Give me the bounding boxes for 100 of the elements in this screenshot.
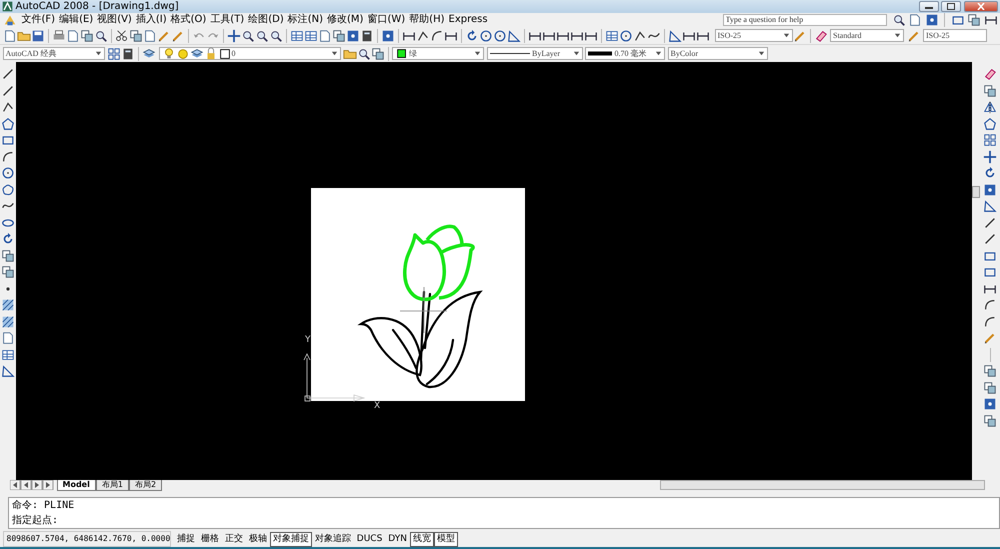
menu-item[interactable]: 窗口(W) [365,13,408,27]
arc-icon[interactable] [1,150,15,164]
rotate-icon[interactable] [983,166,997,180]
document-icon[interactable] [66,28,80,42]
menu-item[interactable]: 工具(T) [208,13,246,27]
printer-icon[interactable] [52,28,66,42]
triangle-icon[interactable] [1,364,15,378]
polyline-icon[interactable] [1,100,15,114]
square-icon[interactable] [380,28,394,42]
square-icon[interactable] [346,28,360,42]
move-icon[interactable] [983,150,997,164]
eraser-icon[interactable] [983,67,997,81]
move-icon[interactable] [226,28,240,42]
layout-tab[interactable]: Model [56,480,96,491]
document-icon[interactable] [142,28,156,42]
circle-icon[interactable] [478,28,492,42]
dropdown-arrow-icon[interactable] [94,50,102,57]
menu-item[interactable]: 格式(O) [168,13,208,27]
copy-icon[interactable] [983,380,997,394]
zoom-icon[interactable] [240,28,254,42]
zoom-icon[interactable] [94,28,108,42]
status-toggle[interactable]: 对象追踪 [312,532,354,546]
circle-icon[interactable] [618,28,632,42]
maximize-button[interactable] [941,1,961,12]
calculator-icon[interactable] [360,28,374,42]
menu-item[interactable]: 文件(F) [20,13,58,27]
layer-dropdown[interactable]: 0 [158,47,340,60]
rotate-icon[interactable] [1,232,15,246]
polyline-icon[interactable] [632,28,646,42]
grid-icon[interactable] [107,46,121,60]
close-button[interactable] [964,1,998,12]
copy-icon[interactable] [128,28,142,42]
workspace-dropdown[interactable]: AutoCAD 经典 [2,47,104,60]
arc-icon[interactable] [430,28,444,42]
dropdown-arrow-icon[interactable] [758,50,764,57]
copy-icon[interactable] [983,364,997,378]
copy-icon[interactable] [983,414,997,428]
menu-item[interactable]: 绘图(D) [246,13,286,27]
hatch-icon[interactable] [1,298,15,312]
status-toggle[interactable]: 极轴 [246,532,270,546]
dropdown-arrow-icon[interactable] [894,32,901,39]
drawing-canvas[interactable]: Y X [16,62,972,480]
horizontal-scrollbar[interactable] [660,480,985,490]
menu-item[interactable]: 帮助(H) [407,13,446,27]
line-icon[interactable] [983,216,997,230]
status-toggle[interactable]: 模型 [434,532,458,546]
sun-icon[interactable] [176,46,190,60]
menu-item[interactable]: 插入(I) [134,13,169,27]
minimize-button[interactable] [918,1,938,12]
layers-icon[interactable] [142,46,156,60]
menu-item[interactable]: 编辑(E) [57,13,96,27]
grid-icon[interactable] [983,133,997,147]
copy-icon[interactable] [371,46,385,60]
menu-item[interactable]: Express [446,13,490,27]
zoom-icon[interactable] [892,13,906,27]
plot-style-dropdown[interactable]: ByColor [668,47,768,60]
layers-icon[interactable] [190,46,204,60]
status-toggle[interactable]: 栅格 [198,532,222,546]
lineweight-dropdown[interactable]: 0.70 毫米 [585,47,665,60]
table-icon[interactable] [604,28,618,42]
menu-item[interactable]: 视图(V) [95,13,134,27]
status-toggle[interactable]: DYN [385,532,410,546]
polygon-icon[interactable] [1,116,15,130]
table-icon[interactable] [1,348,15,362]
copy-icon[interactable] [1,265,15,279]
document-icon[interactable] [318,28,332,42]
triangle-icon[interactable] [668,28,682,42]
drawing-icon[interactable] [3,13,17,27]
status-toggle[interactable]: 捕捉 [174,532,198,546]
mirror-icon[interactable] [983,100,997,114]
copy-icon[interactable] [1,248,15,262]
arc-icon[interactable] [983,314,997,328]
polygon-icon[interactable] [983,116,997,130]
copy-icon[interactable] [80,28,94,42]
text-style-dropdown[interactable]: Standard [830,29,904,42]
scissors-icon[interactable] [114,28,128,42]
calculator-icon[interactable] [121,46,135,60]
menu-item[interactable]: 修改(M) [325,13,366,27]
dimension-style-dropdown[interactable]: ISO-25 [923,29,987,42]
dropdown-arrow-icon[interactable] [474,50,481,57]
dropdown-arrow-icon[interactable] [330,50,338,57]
arc-icon[interactable] [983,298,997,312]
document-icon[interactable] [2,28,16,42]
layout-tab[interactable]: 布局1 [96,480,129,491]
linetype-dropdown[interactable]: ByLayer [486,47,582,60]
save-icon[interactable] [30,28,44,42]
status-toggle[interactable]: 对象捕捉 [270,532,312,546]
circle-icon[interactable] [492,28,506,42]
command-window[interactable]: 命令: PLINE 指定起点: [8,497,1000,529]
dropdown-arrow-icon[interactable] [572,50,580,57]
status-toggle[interactable]: 正交 [222,532,246,546]
copy-icon[interactable] [983,84,997,98]
layout-tab[interactable]: 布局2 [128,480,162,491]
status-toggle[interactable]: DUCS [354,532,386,546]
eraser-icon[interactable] [814,28,828,42]
color-dropdown[interactable]: 绿 [392,47,484,60]
tab-navigation-icon[interactable] [10,480,54,490]
copy-icon[interactable] [967,13,981,27]
polyline-icon[interactable] [416,28,430,42]
line-icon[interactable] [1,67,15,81]
